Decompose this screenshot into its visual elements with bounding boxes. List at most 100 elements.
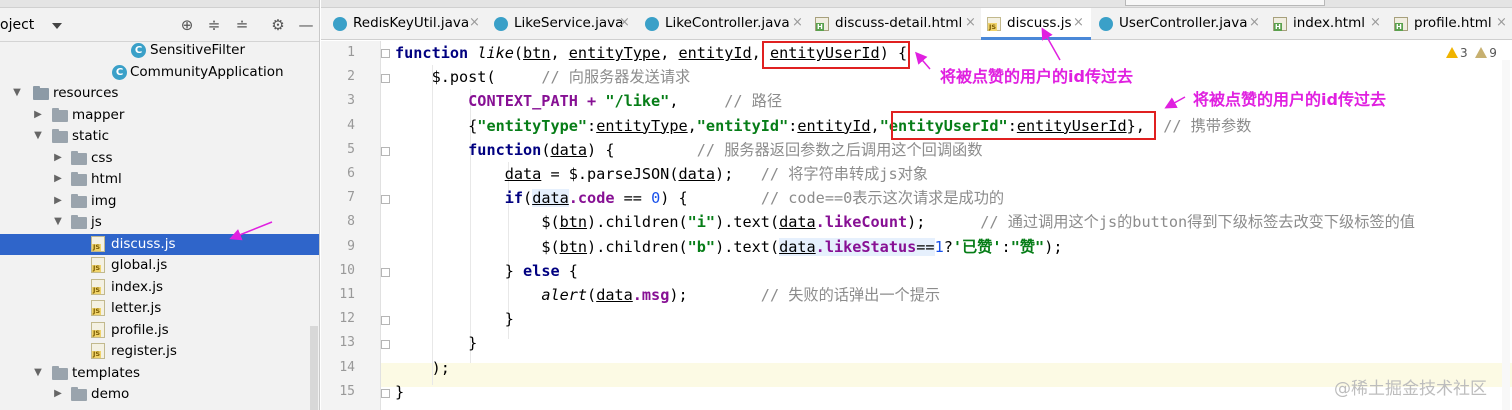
tree-item-label: demo (91, 386, 130, 402)
chevron-down-icon[interactable]: ▼ (52, 216, 64, 228)
line-number: 9 (347, 239, 355, 254)
fold-marker-icon[interactable] (381, 340, 390, 349)
expand-all-icon[interactable]: ≑ (205, 16, 223, 34)
tree-item[interactable]: letter.js (0, 298, 319, 320)
folder-icon (71, 193, 87, 208)
fold-marker-icon[interactable] (381, 389, 390, 398)
code-punct: ) { (660, 189, 688, 208)
keyword: function (468, 140, 542, 159)
code-punct: } (504, 261, 524, 280)
chevron-right-icon[interactable]: ▶ (52, 152, 64, 164)
resources-folder-icon (33, 86, 49, 100)
code-punct: ); (907, 213, 926, 232)
tree-item[interactable]: ▶ img (0, 191, 319, 213)
tree-item[interactable]: index.js (0, 277, 319, 299)
code-text: CONTEXT_PATH + (468, 92, 606, 111)
locate-icon[interactable]: ⊕ (178, 16, 196, 34)
html-file-icon (1273, 17, 1287, 31)
chevron-down-icon[interactable]: ▼ (32, 130, 44, 142)
chevron-right-icon[interactable]: ▶ (52, 195, 64, 207)
line-number: 11 (339, 287, 355, 302)
tab-index-html[interactable]: index.html × (1273, 8, 1383, 40)
variable: btn (559, 213, 588, 232)
folder-icon (52, 107, 68, 122)
variable: entityType (596, 116, 688, 135)
close-icon[interactable]: × (965, 15, 976, 30)
close-icon[interactable]: × (1370, 15, 1381, 30)
code-punct: ); (669, 286, 688, 304)
chevron-right-icon[interactable]: ▶ (32, 109, 44, 121)
project-title[interactable]: oject (0, 17, 34, 33)
tab-label: index.html (1293, 15, 1365, 31)
tree-item-label: img (91, 192, 117, 209)
fold-marker-icon[interactable] (381, 268, 390, 277)
tree-item-label: mapper (72, 106, 125, 123)
string: "entityId" (696, 116, 789, 135)
run-config-box[interactable] (1125, 0, 1325, 6)
tree-item[interactable]: ▶ html (0, 169, 319, 191)
tree-item[interactable]: C SensitiveFilter (0, 40, 319, 62)
tree-item-label: letter.js (111, 300, 162, 316)
tab-discuss-detail[interactable]: discuss-detail.html × (815, 8, 980, 40)
tree-item-selected[interactable]: discuss.js (0, 233, 319, 255)
close-icon[interactable]: × (1073, 15, 1084, 30)
chevron-down-icon[interactable]: ▼ (11, 87, 23, 99)
tree-item[interactable]: ▶ mapper (0, 105, 319, 127)
tree-item[interactable]: ▶ demo (0, 384, 319, 406)
code-punct: } (468, 334, 478, 353)
close-icon[interactable]: × (1496, 15, 1507, 30)
chevron-down-icon[interactable] (52, 23, 62, 29)
tree-item[interactable]: profile.js (0, 320, 319, 342)
tab-discuss-js[interactable]: discuss.js × (981, 8, 1091, 40)
close-icon[interactable]: × (469, 15, 480, 30)
chevron-down-icon[interactable]: ▼ (32, 367, 44, 379)
fold-marker-icon[interactable] (381, 74, 390, 83)
operator: == (916, 237, 935, 256)
annotation-note: 将被点赞的用户的id传过去 (1193, 90, 1386, 109)
code-text: ).text( (715, 237, 780, 256)
operator: ? (943, 237, 953, 256)
tab-label: UserController.java (1119, 15, 1248, 31)
tree-item-label: CommunityApplication (130, 63, 284, 80)
close-icon[interactable]: × (1249, 15, 1260, 30)
fold-marker-icon[interactable] (381, 147, 390, 156)
fold-marker-icon[interactable] (381, 195, 390, 204)
tab-usercontroller[interactable]: UserController.java × (1099, 8, 1261, 40)
fold-marker-icon[interactable] (381, 316, 390, 325)
js-file-icon (91, 278, 105, 295)
fold-marker-icon[interactable] (381, 49, 390, 58)
tree-item[interactable]: ▶ css (0, 148, 319, 170)
tree-item[interactable]: register.js (0, 341, 319, 363)
property: .likeStatus (815, 237, 917, 256)
comment: // 携带参数 (1163, 116, 1252, 135)
tree-item[interactable]: global.js (0, 255, 319, 277)
gear-icon[interactable]: ⚙ (269, 16, 287, 34)
tree-item[interactable]: C CommunityApplication (0, 62, 319, 84)
annotation-box-param (762, 41, 910, 69)
editor-scrollbar[interactable] (1502, 60, 1510, 410)
tree-item[interactable]: ▼ js (0, 212, 319, 234)
number: 0 (651, 189, 661, 208)
tab-likecontroller[interactable]: LikeController.java × (645, 8, 805, 40)
tree-item-label: templates (72, 364, 140, 381)
tree-item[interactable]: ▼ resources (0, 83, 319, 105)
chevron-right-icon[interactable]: ▶ (52, 388, 64, 400)
tree-item[interactable]: ▼ templates (0, 363, 319, 385)
tab-likeservice[interactable]: LikeService.java × (494, 8, 634, 40)
close-icon[interactable]: × (792, 15, 803, 30)
js-file-icon (91, 257, 105, 273)
function-name: like (477, 44, 514, 62)
tree-item[interactable]: ▼ static (0, 126, 319, 148)
collapse-all-icon[interactable]: ≐ (233, 16, 251, 34)
annotation-note: 将被点赞的用户的id传过去 (940, 67, 1133, 86)
tab-label: discuss.js (1007, 15, 1072, 31)
chevron-right-icon[interactable]: ▶ (52, 173, 64, 185)
tab-rediskeyutil[interactable]: RedisKeyUtil.java × (333, 8, 483, 40)
hide-panel-icon[interactable]: — (297, 16, 315, 34)
inspection-widget[interactable]: 3 9 (1446, 46, 1497, 60)
tab-label: profile.html (1414, 15, 1492, 31)
panel-scrollbar[interactable] (310, 326, 318, 410)
folder-icon (71, 172, 87, 186)
close-icon[interactable]: × (619, 15, 630, 30)
tab-profile-html[interactable]: profile.html × (1394, 8, 1512, 40)
